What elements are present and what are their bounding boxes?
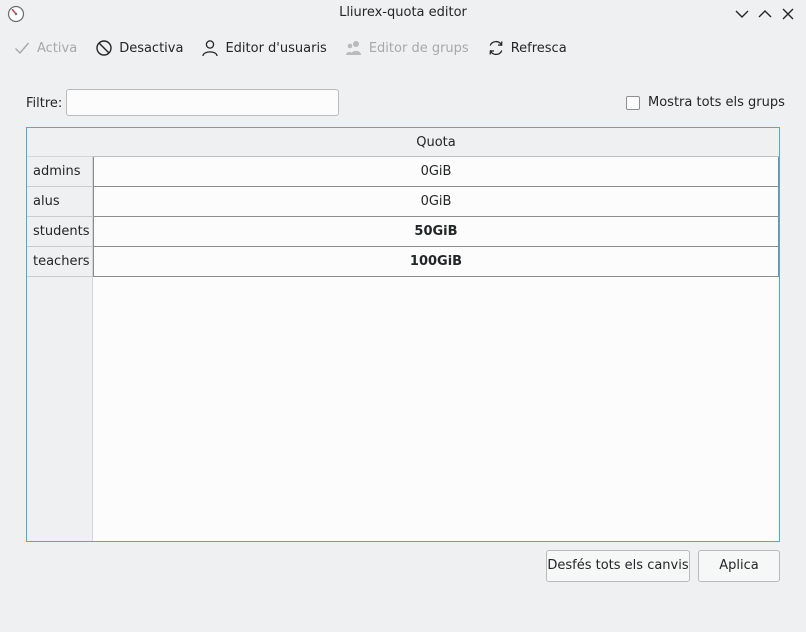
- chevron-down-icon: [735, 10, 749, 18]
- toolbar: Activa Desactiva Editor d'usuaris Editor…: [6, 34, 578, 62]
- user-icon: [202, 40, 219, 57]
- close-icon: [782, 8, 794, 20]
- group-icon: [345, 41, 361, 55]
- close-button[interactable]: [778, 4, 798, 24]
- quota-cell[interactable]: 0GiB: [93, 187, 779, 217]
- filter-input[interactable]: [66, 89, 339, 116]
- quota-cells: 0GiB 0GiB 50GiB 100GiB: [93, 157, 779, 277]
- refresh-button[interactable]: Refresca: [480, 35, 574, 61]
- checkbox-box[interactable]: [626, 95, 640, 110]
- quota-cell[interactable]: 100GiB: [93, 247, 779, 277]
- minimize-button[interactable]: [732, 4, 752, 24]
- user-editor-label: Editor d'usuaris: [225, 40, 327, 56]
- show-all-groups-checkbox[interactable]: Mostra tots els grups: [626, 95, 785, 110]
- refresh-label: Refresca: [510, 40, 567, 56]
- filter-label: Filtre:: [26, 96, 63, 111]
- activate-button[interactable]: Activa: [6, 35, 84, 61]
- chevron-up-icon: [758, 10, 772, 18]
- row-header[interactable]: admins: [27, 157, 92, 187]
- group-editor-button[interactable]: Editor de grups: [338, 35, 476, 61]
- refresh-icon: [489, 40, 503, 56]
- deactivate-button[interactable]: Desactiva: [88, 35, 190, 61]
- row-header[interactable]: alus: [27, 187, 92, 217]
- forbidden-icon: [96, 40, 112, 56]
- column-header-quota[interactable]: Quota: [93, 128, 779, 157]
- undo-all-changes-button[interactable]: Desfés tots els canvis: [546, 550, 690, 582]
- deactivate-label: Desactiva: [119, 40, 184, 56]
- row-headers: admins alus students teachers: [27, 157, 93, 541]
- title-bar: Lliurex-quota editor: [0, 0, 806, 28]
- quota-table: Quota admins alus students teachers 0GiB…: [26, 127, 780, 542]
- window-title: Lliurex-quota editor: [339, 5, 467, 20]
- group-editor-label: Editor de grups: [368, 40, 469, 56]
- row-header[interactable]: teachers: [27, 247, 92, 277]
- row-header[interactable]: students: [27, 217, 92, 247]
- show-all-groups-label: Mostra tots els grups: [648, 95, 785, 110]
- apply-button[interactable]: Aplica: [698, 550, 780, 582]
- user-editor-button[interactable]: Editor d'usuaris: [194, 35, 333, 61]
- maximize-button[interactable]: [755, 4, 775, 24]
- quota-cell[interactable]: 50GiB: [93, 217, 779, 247]
- table-corner: [27, 128, 93, 157]
- checkmark-icon: [15, 42, 30, 55]
- quota-cell[interactable]: 0GiB: [93, 157, 779, 187]
- activate-label: Activa: [37, 40, 78, 56]
